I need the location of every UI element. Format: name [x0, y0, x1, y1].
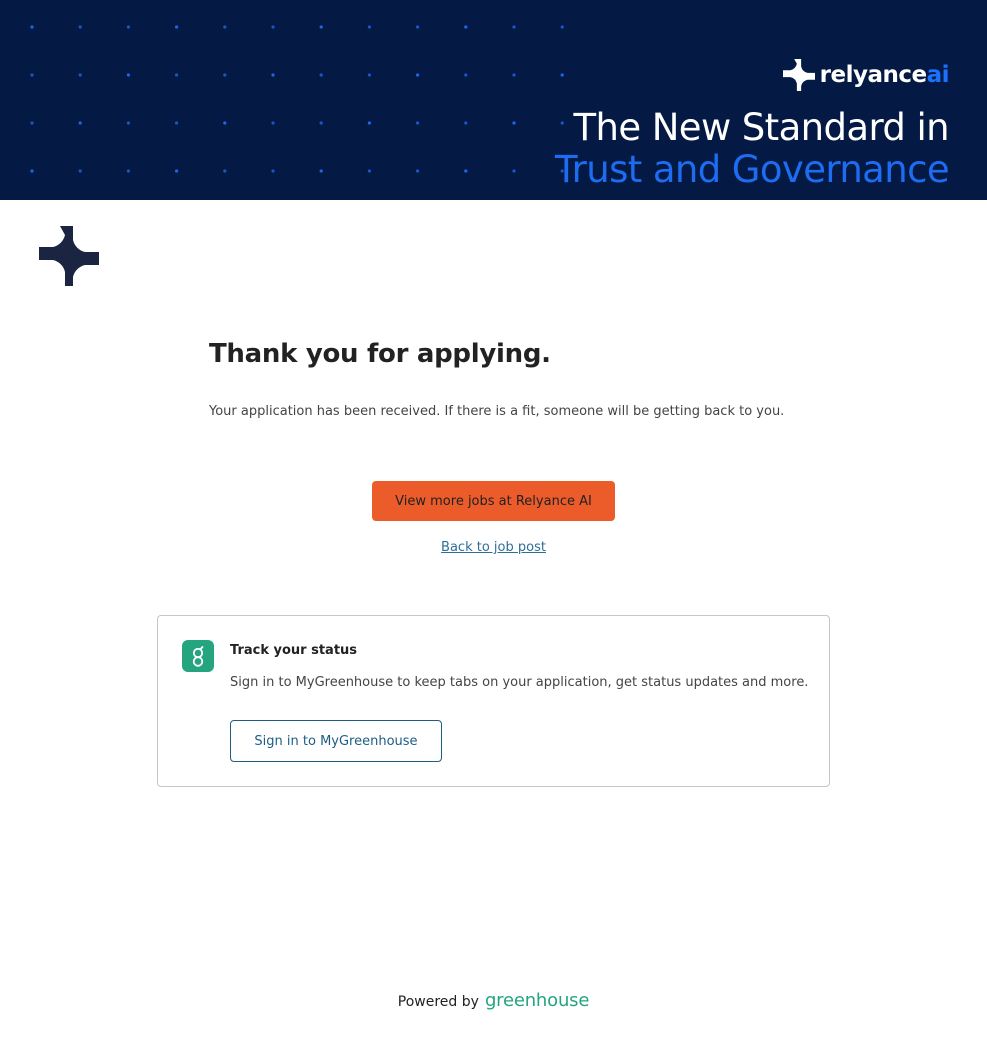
banner-dot — [271, 169, 275, 173]
banner-dot — [223, 25, 227, 29]
banner-dot — [30, 25, 34, 29]
banner-dot — [464, 25, 468, 29]
application-confirmation-page: relyanceai The New Standard in Trust and… — [0, 0, 987, 1039]
banner-dot — [175, 73, 179, 77]
banner-dot — [271, 25, 275, 29]
banner-dot — [319, 25, 323, 29]
confirmation-message: Your application has been received. If t… — [209, 404, 785, 419]
banner-dot — [319, 169, 323, 173]
banner-dot — [78, 25, 82, 29]
banner-dot — [223, 169, 227, 173]
banner-dot — [126, 25, 130, 29]
banner-dot — [223, 73, 227, 77]
tagline-line-2: Trust and Governance — [555, 148, 950, 191]
banner-dot — [175, 169, 179, 173]
banner-dot — [367, 121, 371, 125]
banner-dot — [126, 73, 130, 77]
banner-dot — [367, 25, 371, 29]
relyance-mark-icon — [782, 59, 815, 91]
banner-dot — [271, 73, 275, 77]
banner-dot — [319, 73, 323, 77]
banner-dot — [30, 73, 34, 77]
banner-dot — [512, 73, 516, 77]
banner-dot — [126, 169, 130, 173]
banner-dot — [416, 73, 420, 77]
banner-dot — [78, 121, 82, 125]
banner-dot — [367, 73, 371, 77]
banner-dot — [223, 121, 227, 125]
banner-dot — [464, 169, 468, 173]
banner-dot — [416, 169, 420, 173]
banner-dot — [271, 121, 275, 125]
banner-dot — [78, 169, 82, 173]
banner-dot — [512, 25, 516, 29]
page-title: Thank you for applying. — [209, 339, 551, 369]
brand-name: relyance — [819, 61, 927, 88]
header-banner: relyanceai The New Standard in Trust and… — [0, 0, 987, 200]
track-status-description: Sign in to MyGreenhouse to keep tabs on … — [230, 675, 809, 690]
banner-tagline: The New Standard in Trust and Governance — [555, 106, 950, 191]
track-status-card: Track your status Sign in to MyGreenhous… — [157, 615, 830, 787]
sign-in-mygreenhouse-button[interactable]: Sign in to MyGreenhouse — [230, 720, 442, 762]
view-more-jobs-button[interactable]: View more jobs at Relyance AI — [372, 481, 615, 521]
banner-dot — [30, 169, 34, 173]
banner-dot — [319, 121, 323, 125]
confirmation-section: Thank you for applying. Your application… — [209, 332, 809, 419]
banner-dot — [560, 73, 564, 77]
banner-dot — [126, 121, 130, 125]
banner-dot — [560, 25, 564, 29]
banner-dot-pattern — [30, 25, 564, 173]
back-to-job-post-link[interactable]: Back to job post — [0, 539, 987, 557]
greenhouse-g-glyph — [192, 646, 204, 667]
banner-dot — [464, 73, 468, 77]
banner-dot — [175, 25, 179, 29]
tagline-line-1: The New Standard in — [573, 106, 950, 149]
company-logo-icon[interactable] — [39, 226, 99, 286]
powered-by-label: Powered by — [397, 994, 479, 1010]
banner-dot — [78, 73, 82, 77]
banner-dot — [175, 121, 179, 125]
banner-dot — [367, 169, 371, 173]
banner-dot — [416, 25, 420, 29]
greenhouse-g-icon — [182, 640, 214, 672]
brand-suffix: ai — [926, 61, 950, 88]
banner-dot — [416, 121, 420, 125]
banner-dot — [30, 121, 34, 125]
track-status-title: Track your status — [230, 643, 358, 658]
brand-wordmark: relyanceai — [819, 61, 950, 88]
relyance-ai-logo[interactable]: relyanceai — [782, 58, 950, 92]
banner-dot — [512, 121, 516, 125]
banner-dot — [512, 169, 516, 173]
banner-dot — [464, 121, 468, 125]
footer: Powered by greenhouse — [0, 990, 987, 1011]
greenhouse-logo[interactable]: greenhouse — [485, 990, 589, 1011]
